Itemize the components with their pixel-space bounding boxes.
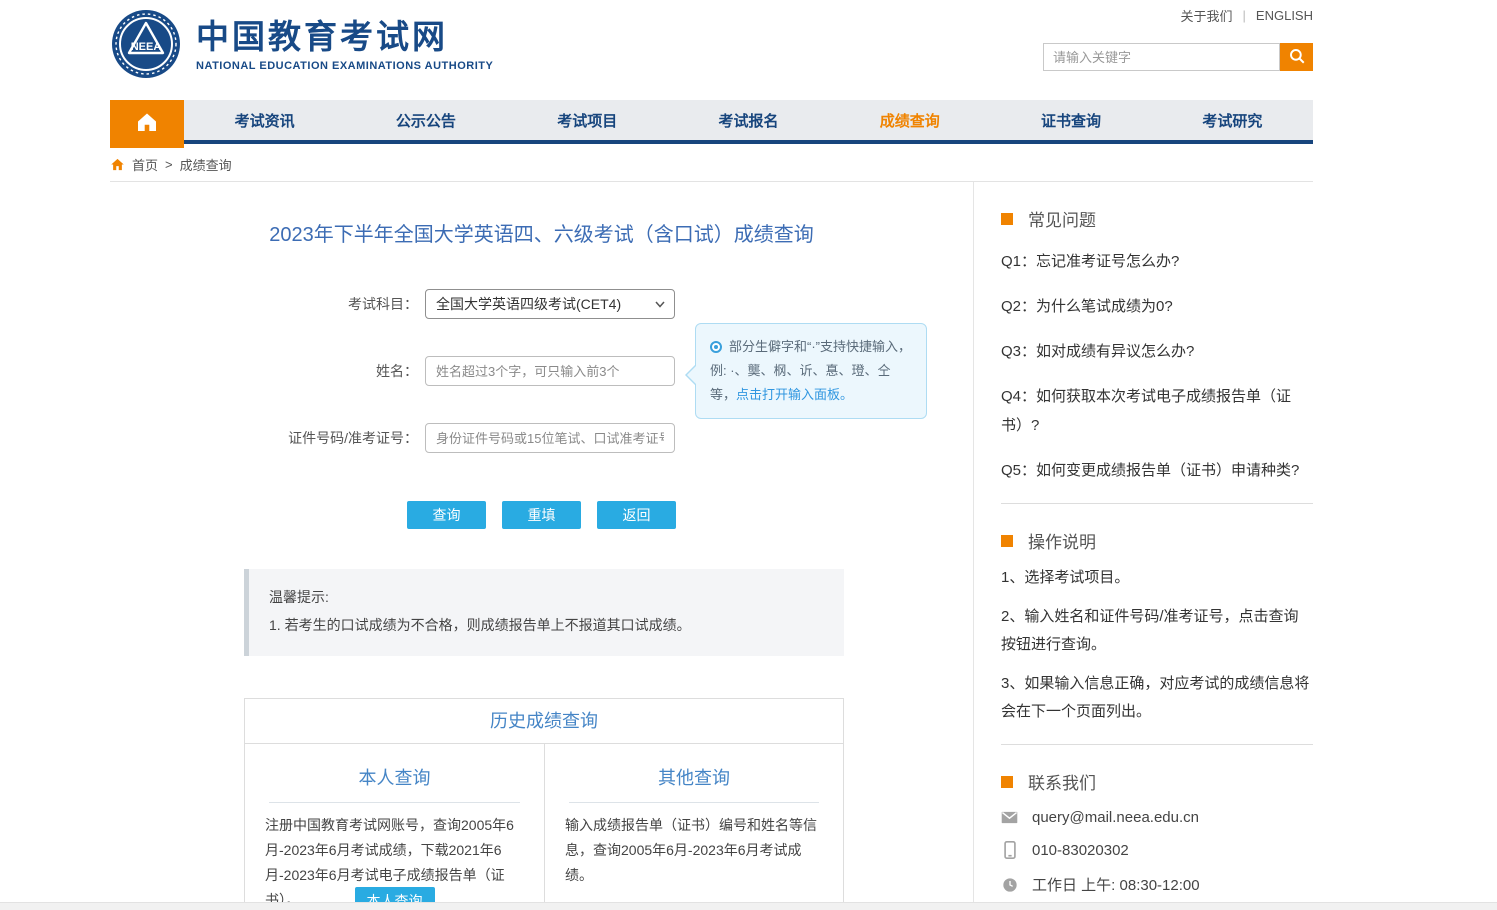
contact-phone-row: 010-83020302 [1001, 841, 1313, 859]
breadcrumb-home[interactable]: 首页 [132, 155, 158, 174]
contact-section: 联系我们 query@mail.neea.edu.cn [1001, 745, 1313, 895]
nav-items: 考试资讯 公示公告 考试项目 考试报名 成绩查询 证书查询 考试研究 [184, 100, 1313, 144]
footer-strip [0, 902, 1497, 910]
name-row: 姓名： 部分生僻字和“·”支持快捷输入，例: ·、龑、㭎、䜣、惪、璒、仝等，点击… [110, 356, 973, 386]
main-nav: 考试资讯 公示公告 考试项目 考试报名 成绩查询 证书查询 考试研究 [110, 100, 1313, 148]
page-title: 2023年下半年全国大学英语四、六级考试（含口试）成绩查询 [110, 218, 973, 247]
contact-hours: 工作日 上午: 08:30-12:00 [1032, 874, 1200, 895]
faq-section: 常见问题 Q1：忘记准考证号怎么办? Q2：为什么笔试成绩为0? Q3：如对成绩… [1001, 182, 1313, 504]
self-query-title: 本人查询 [269, 764, 520, 803]
search-icon [1288, 47, 1306, 68]
notice-box: 温馨提示: 1. 若考生的口试成绩为不合格，则成绩报告单上不报道其口试成绩。 [244, 569, 844, 656]
form-buttons: 查询 重填 返回 [110, 501, 973, 529]
open-input-panel-link[interactable]: 点击打开输入面板。 [736, 387, 853, 402]
home-icon [135, 110, 159, 139]
back-button[interactable]: 返回 [597, 501, 676, 529]
page: NEEA 中国教育考试网 NATIONAL EDUCATION EXAMINAT… [0, 0, 1497, 910]
logo-title: 中国教育考试网 [196, 17, 493, 57]
main-area: 2023年下半年全国大学英语四、六级考试（含口试）成绩查询 考试科目： 全国大学… [110, 182, 1313, 910]
faq-item-q5[interactable]: Q5：如何变更成绩报告单（证书）申请种类? [1001, 456, 1313, 485]
clock-icon [1001, 877, 1018, 893]
phone-icon [1001, 841, 1018, 859]
contact-title: 联系我们 [1028, 769, 1096, 794]
search-bar [1043, 43, 1313, 71]
nav-item-exam-news[interactable]: 考试资讯 [184, 100, 345, 140]
instruction-step-1: 1、选择考试项目。 [1001, 564, 1313, 592]
english-link[interactable]: ENGLISH [1256, 8, 1313, 23]
subject-row: 考试科目： 全国大学英语四级考试(CET4) [110, 289, 973, 319]
logo-subtitle: NATIONAL EDUCATION EXAMINATIONS AUTHORIT… [196, 60, 493, 72]
history-title: 历史成绩查询 [245, 699, 843, 744]
faq-title: 常见问题 [1028, 206, 1096, 231]
nav-item-exam-research[interactable]: 考试研究 [1152, 100, 1313, 140]
nav-item-score-query[interactable]: 成绩查询 [829, 100, 990, 140]
subject-label: 考试科目： [110, 294, 425, 314]
query-panel: 2023年下半年全国大学英语四、六级考试（含口试）成绩查询 考试科目： 全国大学… [110, 182, 974, 910]
orange-bullet-icon [1001, 213, 1013, 225]
name-label: 姓名： [110, 361, 425, 381]
contact-email: query@mail.neea.edu.cn [1032, 809, 1199, 826]
chevron-down-icon [654, 298, 666, 310]
faq-item-q2[interactable]: Q2：为什么笔试成绩为0? [1001, 292, 1313, 321]
history-query-box: 历史成绩查询 本人查询 注册中国教育考试网账号，查询2005年6月-2023年6… [244, 698, 844, 910]
faq-item-q1[interactable]: Q1：忘记准考证号怎么办? [1001, 247, 1313, 276]
breadcrumb-home-icon [110, 157, 125, 172]
search-button[interactable] [1280, 43, 1313, 71]
svg-text:NEEA: NEEA [131, 41, 162, 53]
breadcrumb-current: 成绩查询 [180, 155, 232, 174]
instructions-section: 操作说明 1、选择考试项目。 2、输入姓名和证件号码/准考证号，点击查询按钮进行… [1001, 504, 1313, 745]
contact-phone: 010-83020302 [1032, 842, 1129, 859]
radio-dot-icon [710, 341, 722, 353]
neea-emblem-icon: NEEA [110, 8, 182, 85]
subject-select-value: 全国大学英语四级考试(CET4) [436, 294, 621, 314]
rare-character-tooltip: 部分生僻字和“·”支持快捷输入，例: ·、龑、㭎、䜣、惪、璒、仝等，点击打开输入… [695, 323, 927, 419]
breadcrumb-separator: > [165, 157, 173, 172]
other-query-title: 其他查询 [569, 764, 819, 803]
email-icon [1001, 811, 1018, 824]
header: NEEA 中国教育考试网 NATIONAL EDUCATION EXAMINAT… [0, 0, 1497, 100]
faq-item-q3[interactable]: Q3：如对成绩有异议怎么办? [1001, 337, 1313, 366]
nav-item-announcements[interactable]: 公示公告 [345, 100, 506, 140]
top-links: 关于我们 | ENGLISH [1181, 6, 1313, 25]
orange-bullet-icon [1001, 535, 1013, 547]
contact-email-row: query@mail.neea.edu.cn [1001, 809, 1313, 826]
query-button[interactable]: 查询 [407, 501, 486, 529]
instruction-step-2: 2、输入姓名和证件号码/准考证号，点击查询按钮进行查询。 [1001, 603, 1313, 659]
notice-item: 1. 若考生的口试成绩为不合格，则成绩报告单上不报道其口试成绩。 [269, 612, 824, 638]
self-query-column: 本人查询 注册中国教育考试网账号，查询2005年6月-2023年6月考试成绩，下… [245, 744, 544, 910]
sidebar: 常见问题 Q1：忘记准考证号怎么办? Q2：为什么笔试成绩为0? Q3：如对成绩… [974, 182, 1313, 910]
subject-select[interactable]: 全国大学英语四级考试(CET4) [425, 289, 675, 319]
contact-hours-row: 工作日 上午: 08:30-12:00 [1001, 874, 1313, 895]
notice-title: 温馨提示: [269, 584, 824, 610]
instruction-step-3: 3、如果输入信息正确，对应考试的成绩信息将会在下一个页面列出。 [1001, 670, 1313, 726]
id-input[interactable] [425, 423, 675, 453]
nav-home-button[interactable] [110, 100, 184, 148]
breadcrumb: 首页 > 成绩查询 [110, 148, 1313, 182]
score-query-form: 考试科目： 全国大学英语四级考试(CET4) 姓名： 部分生 [110, 289, 973, 529]
nav-item-exam-registration[interactable]: 考试报名 [668, 100, 829, 140]
id-row: 证件号码/准考证号： [110, 423, 973, 453]
name-input[interactable] [425, 356, 675, 386]
other-query-column: 其他查询 输入成绩报告单（证书）编号和姓名等信息，查询2005年6月-2023年… [544, 744, 843, 910]
site-logo[interactable]: NEEA 中国教育考试网 NATIONAL EDUCATION EXAMINAT… [110, 8, 493, 85]
top-links-separator: | [1243, 8, 1246, 23]
id-label: 证件号码/准考证号： [110, 428, 425, 448]
faq-item-q4[interactable]: Q4：如何获取本次考试电子成绩报告单（证书）? [1001, 382, 1313, 440]
search-input[interactable] [1043, 43, 1280, 71]
about-us-link[interactable]: 关于我们 [1181, 6, 1233, 25]
other-query-desc: 输入成绩报告单（证书）编号和姓名等信息，查询2005年6月-2023年6月考试成… [565, 813, 823, 888]
nav-item-exam-programs[interactable]: 考试项目 [507, 100, 668, 140]
orange-bullet-icon [1001, 776, 1013, 788]
instructions-title: 操作说明 [1028, 528, 1096, 553]
nav-item-certificate-query[interactable]: 证书查询 [990, 100, 1151, 140]
reset-button[interactable]: 重填 [502, 501, 581, 529]
